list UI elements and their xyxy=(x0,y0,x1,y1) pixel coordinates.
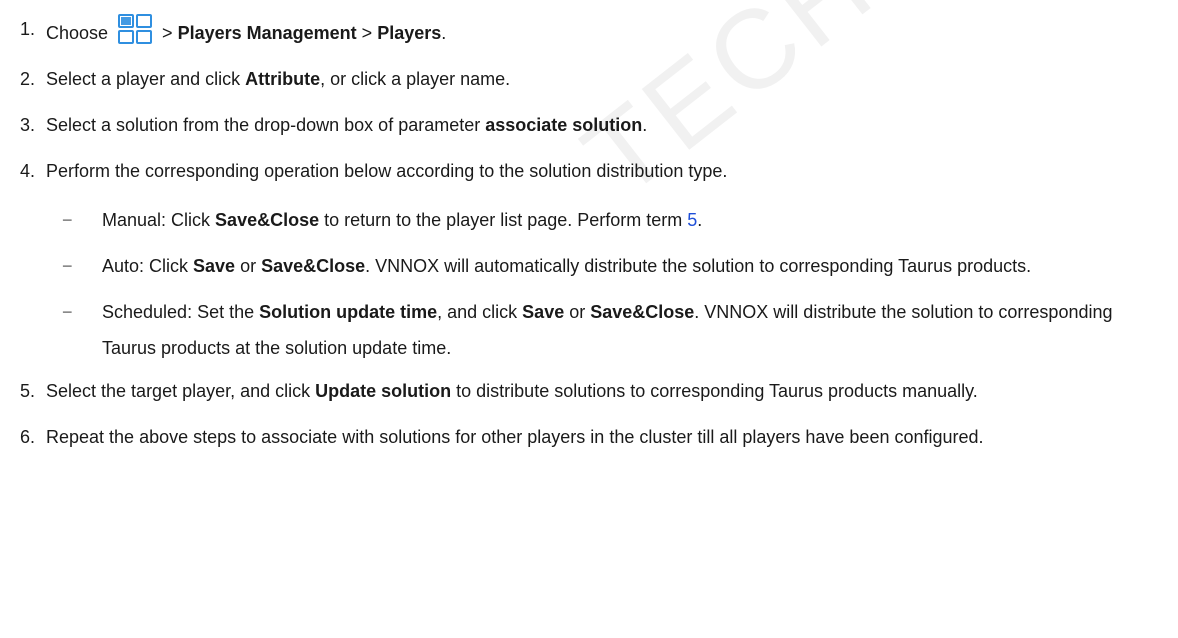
sub-text: or xyxy=(235,256,262,276)
sub-text: to return to the player list page. Perfo… xyxy=(319,210,688,230)
dash-bullet: − xyxy=(62,256,73,276)
grid-tiles-icon xyxy=(118,14,153,44)
step-4: 4. Perform the corresponding operation b… xyxy=(0,156,1178,186)
dash-bullet: − xyxy=(62,302,73,322)
step-text: to distribute solutions to corresponding… xyxy=(451,381,978,401)
step-6: 6. Repeat the above steps to associate w… xyxy=(0,422,1178,452)
update-solution-label: Update solution xyxy=(315,381,452,401)
sub-text: Scheduled: Set the xyxy=(102,302,260,322)
menu-players-management: Players Management xyxy=(177,23,357,43)
step-punct: . xyxy=(441,23,447,43)
step-text: Choose xyxy=(46,23,109,43)
step-number: 3. xyxy=(20,115,36,135)
save-label: Save xyxy=(522,302,565,322)
dash-bullet: − xyxy=(62,210,73,230)
step-1: 1. Choose > Players Management > Players. xyxy=(0,14,1178,48)
sub-text: Auto: Click xyxy=(102,256,194,276)
attribute-label: Attribute xyxy=(245,69,321,89)
document-body: 1. Choose > Players Management > Players.… xyxy=(0,0,1178,452)
sub-item-scheduled: − Scheduled: Set the Solution update tim… xyxy=(0,294,1178,366)
save-close-label: Save&Close xyxy=(261,256,366,276)
sub-text: , and click xyxy=(437,302,523,322)
step-text: Repeat the above steps to associate with… xyxy=(46,427,984,447)
step-number: 6. xyxy=(20,427,36,447)
step-text: . xyxy=(642,115,648,135)
step-number: 5. xyxy=(20,381,36,401)
menu-separator: > xyxy=(162,23,173,43)
solution-update-time-label: Solution update time xyxy=(259,302,438,322)
step-text: Select a solution from the drop-down box… xyxy=(46,115,486,135)
step-number: 2. xyxy=(20,69,36,89)
menu-separator: > xyxy=(361,23,373,43)
step-text: Select a player and click xyxy=(46,69,246,89)
sub-text: . VNNOX will automatically distribute th… xyxy=(365,256,1032,276)
save-label: Save xyxy=(193,256,236,276)
save-close-label: Save&Close xyxy=(590,302,695,322)
sub-text: Manual: Click xyxy=(102,210,216,230)
menu-players: Players xyxy=(377,23,442,43)
associate-solution-label: associate solution xyxy=(485,115,643,135)
sub-item-manual: − Manual: Click Save&Close to return to … xyxy=(0,202,1178,238)
step-5: 5. Select the target player, and click U… xyxy=(0,376,1178,406)
step-text: Select the target player, and click xyxy=(46,381,316,401)
sub-text: or xyxy=(564,302,591,322)
step-5-link[interactable]: 5 xyxy=(687,210,697,230)
step-3: 3. Select a solution from the drop-down … xyxy=(0,110,1178,140)
sub-text: . xyxy=(697,210,703,230)
step-2: 2. Select a player and click Attribute, … xyxy=(0,64,1178,94)
step-text: Perform the corresponding operation belo… xyxy=(46,161,728,181)
save-close-label: Save&Close xyxy=(215,210,320,230)
step-number: 4. xyxy=(20,161,36,181)
step-text: , or click a player name. xyxy=(320,69,511,89)
step-number: 1. xyxy=(20,19,36,39)
sub-item-auto: − Auto: Click Save or Save&Close. VNNOX … xyxy=(0,248,1178,284)
